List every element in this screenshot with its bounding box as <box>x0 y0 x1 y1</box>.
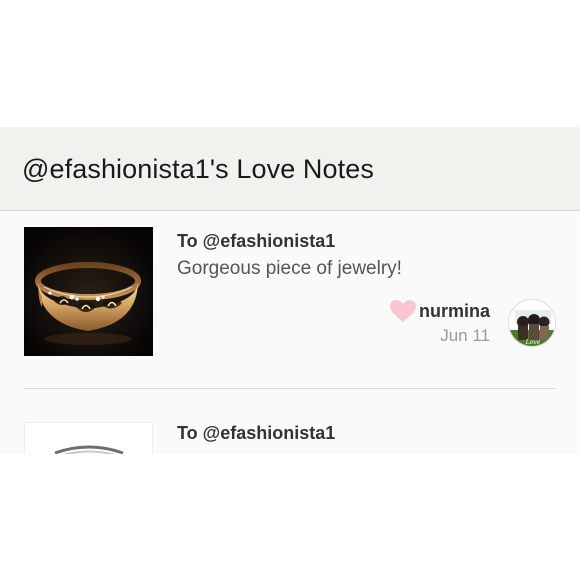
note-recipient[interactable]: To @efashionista1 <box>177 231 335 252</box>
sender-username[interactable]: nurmina <box>419 301 490 322</box>
user-avatar-image[interactable]: Love <box>508 299 556 347</box>
gold-ring-image[interactable] <box>24 227 153 356</box>
love-notes-screen: @efashionista1's Love Notes To @efashion… <box>0 0 580 580</box>
ring-thumbnail-graphic <box>54 445 124 454</box>
note-recipient[interactable]: To @efashionista1 <box>177 423 335 444</box>
note-message: Gorgeous piece of jewelry! <box>177 258 402 279</box>
avatar-graphic: Love <box>509 300 555 346</box>
svg-text:Love: Love <box>525 339 541 346</box>
love-notes-list[interactable]: To @efashionista1 Gorgeous piece of jewe… <box>0 211 580 454</box>
silver-ring-image[interactable] <box>24 422 153 454</box>
heart-icon[interactable] <box>389 299 417 323</box>
ring-thumbnail-graphic <box>24 227 153 356</box>
list-item[interactable]: To @efashionista1 <box>0 389 580 454</box>
list-item[interactable]: To @efashionista1 Gorgeous piece of jewe… <box>0 211 580 389</box>
page-header: @efashionista1's Love Notes <box>0 127 580 211</box>
note-date: Jun 11 <box>440 326 490 345</box>
page-title: @efashionista1's Love Notes <box>22 154 374 184</box>
